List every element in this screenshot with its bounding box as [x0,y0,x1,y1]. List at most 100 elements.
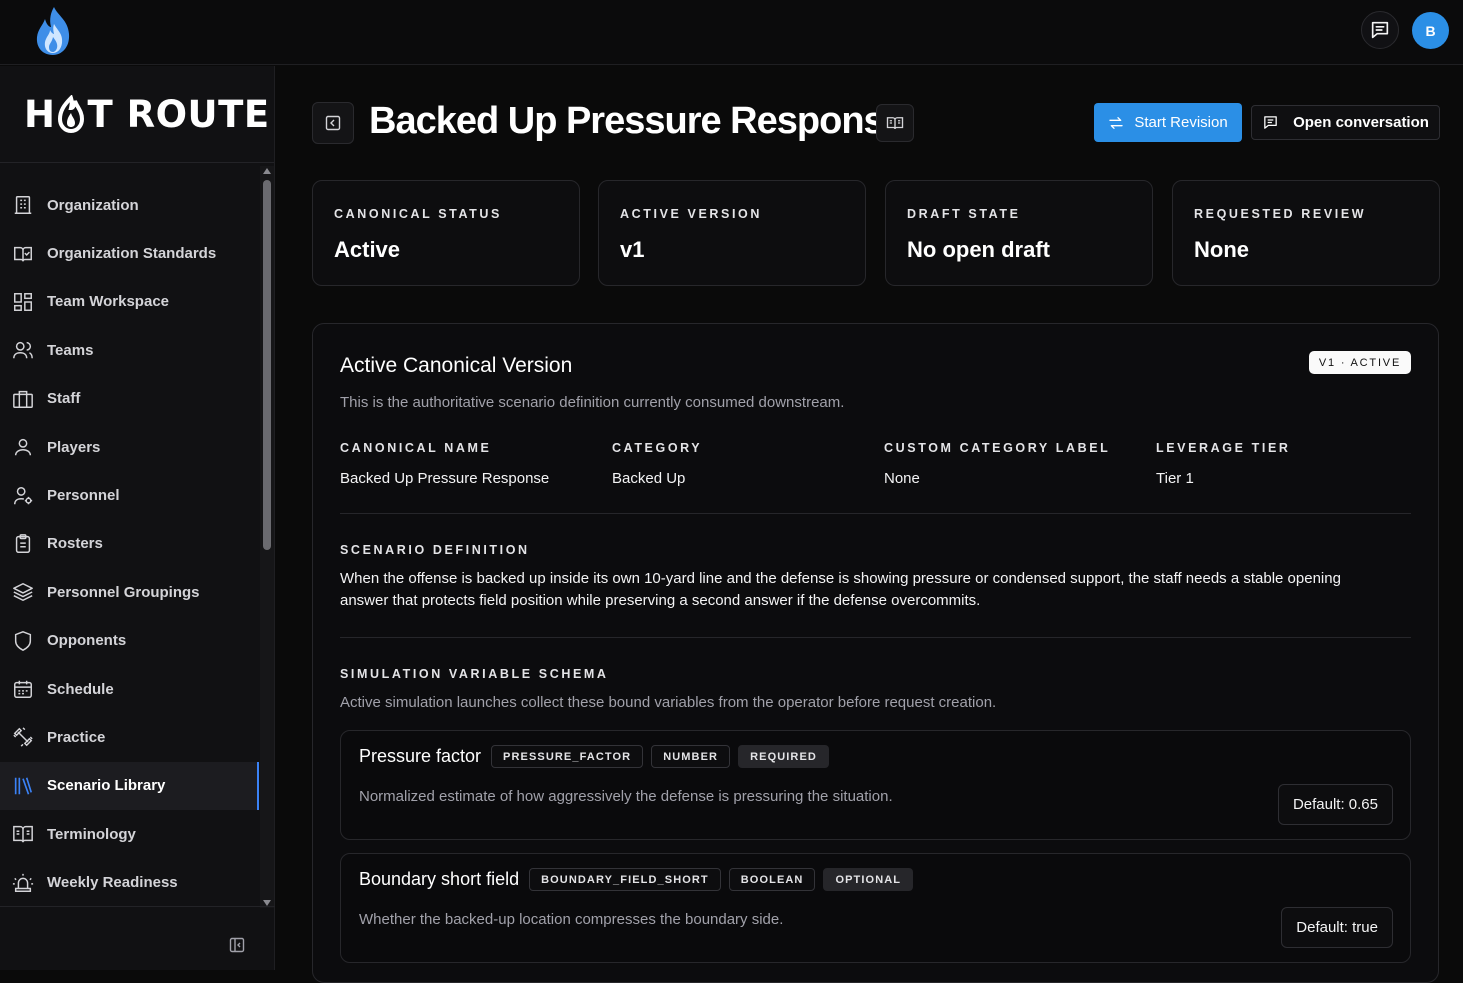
stat-label: CANONICAL STATUS [334,207,502,221]
version-status-badge: V1 · ACTIVE [1309,351,1411,374]
message-square-icon [1371,21,1389,39]
stat-value: No open draft [907,237,1050,262]
variable-required-chip: REQUIRED [738,745,829,768]
sidebar-item-staff[interactable]: Staff [0,375,259,423]
stat-label: DRAFT STATE [907,207,1021,221]
briefcase-icon [13,390,33,408]
active-canonical-version-panel: Active Canonical Version V1 · ACTIVE Thi… [312,323,1439,983]
brand-prefix: H [24,92,56,136]
variable-key-chip: BOUNDARY_FIELD_SHORT [529,868,721,891]
brand-flame-o-icon [58,95,85,133]
sidebar-item-weekly-readiness[interactable]: Weekly Readiness [0,858,259,906]
sidebar-item-players[interactable]: Players [0,423,259,471]
stat-card-draft-state: DRAFT STATE No open draft [885,180,1153,286]
sidebar-item-label: Staff [47,390,81,408]
field-label: CUSTOM CATEGORY LABEL [884,441,1111,455]
user-avatar[interactable]: B [1412,12,1449,49]
panel-left-collapse-icon[interactable] [229,937,245,953]
divider [340,513,1411,514]
sidebar-item-label: Players [47,438,101,456]
variable-name: Boundary short field [359,869,520,889]
layers-icon [13,583,33,602]
sidebar-item-label: Organization [47,196,139,214]
sidebar: H T ROUTE Organization Organization Stan… [0,66,275,970]
siren-icon [12,873,34,892]
field-label: CATEGORY [612,441,703,455]
sidebar-item-label: Terminology [47,825,136,843]
sidebar-item-label: Organization Standards [47,245,217,263]
flame-logo-icon[interactable] [30,4,76,58]
variable-default-value: Default: 0.65 [1277,784,1393,825]
stat-label: ACTIVE VERSION [620,207,762,221]
book-check-icon [14,246,32,262]
arrow-left-square-icon [325,115,341,131]
sidebar-item-teams[interactable]: Teams [0,326,259,374]
user-icon [14,439,32,456]
sidebar-item-personnel-groupings[interactable]: Personnel Groupings [0,568,259,616]
sidebar-item-label: Team Workspace [47,293,169,311]
sidebar-item-personnel[interactable]: Personnel [0,471,259,519]
brand-suffix: T ROUTE [87,92,270,136]
field-value: None [884,470,920,487]
sidebar-item-opponents[interactable]: Opponents [0,617,259,665]
variable-header: Pressure factor PRESSURE_FACTOR NUMBER R… [359,745,829,768]
variable-header: Boundary short field BOUNDARY_FIELD_SHOR… [359,868,914,891]
sidebar-item-rosters[interactable]: Rosters [0,520,259,568]
sidebar-item-organization-standards[interactable]: Organization Standards [0,229,259,277]
simulation-schema-label: SIMULATION VARIABLE SCHEMA [340,667,609,681]
sidebar-footer [0,906,275,970]
sidebar-item-label: Teams [47,341,94,359]
field-value: Backed Up [612,470,686,487]
top-bar: B [0,0,1463,65]
sidebar-item-label: Personnel Groupings [47,583,200,601]
page-title: Backed Up Pressure Response [369,100,905,142]
sidebar-item-scenario-library[interactable]: Scenario Library [0,761,259,811]
panel-title: Active Canonical Version [340,354,573,377]
back-button[interactable] [312,102,354,144]
sidebar-item-practice[interactable]: Practice [0,713,259,761]
sidebar-nav: Organization Organization Standards Team… [0,181,259,907]
brand-header: H T ROUTE [0,66,274,163]
book-open-text-icon [13,826,33,843]
variable-type-chip: BOOLEAN [728,868,816,891]
sidebar-item-label: Practice [47,728,106,746]
scroll-up-arrow-icon[interactable] [263,168,271,174]
sidebar-item-organization[interactable]: Organization [0,181,259,229]
scrollbar-thumb[interactable] [263,180,271,550]
sidebar-item-schedule[interactable]: Schedule [0,665,259,713]
variable-type-chip: NUMBER [651,745,731,768]
variable-optional-chip: OPTIONAL [823,868,914,891]
definition-book-button[interactable] [876,104,914,142]
sidebar-item-terminology[interactable]: Terminology [0,810,259,858]
arrows-swap-icon [1109,116,1123,129]
clipboard-list-icon [15,534,31,553]
scenario-definition-label: SCENARIO DEFINITION [340,543,530,557]
field-label: LEVERAGE TIER [1156,441,1291,455]
stat-card-requested-review: REQUESTED REVIEW None [1172,180,1440,286]
field-custom-category-label: CUSTOM CATEGORY LABEL None [884,441,1110,487]
sidebar-item-label: Opponents [47,632,127,650]
dumbbell-icon [13,727,33,748]
library-icon [14,777,33,795]
book-open-icon [886,117,904,130]
variable-default-value: Default: true [1281,907,1393,948]
sidebar-item-team-workspace[interactable]: Team Workspace [0,278,259,326]
start-revision-button[interactable]: Start Revision [1094,103,1242,142]
sidebar-scrollbar[interactable] [260,166,274,908]
field-leverage-tier: LEVERAGE TIER Tier 1 [1156,441,1291,487]
start-revision-label: Start Revision [1134,114,1228,131]
sidebar-item-label: Scenario Library [47,777,166,795]
variable-key-chip: PRESSURE_FACTOR [491,745,644,768]
variable-name: Pressure factor [359,746,482,766]
sidebar-item-label: Personnel [47,487,120,505]
stat-label: REQUESTED REVIEW [1194,207,1367,221]
messages-button[interactable] [1361,11,1399,49]
user-cog-icon [14,486,33,504]
stat-value: None [1194,237,1249,262]
field-value: Backed Up Pressure Response [340,470,550,487]
variable-description: Whether the backed-up location compresse… [359,911,784,928]
variable-card-pressure-factor: Pressure factor PRESSURE_FACTOR NUMBER R… [340,730,1411,840]
brand-logo[interactable]: H T ROUTE [24,93,270,136]
field-canonical-name: CANONICAL NAME Backed Up Pressure Respon… [340,441,549,487]
open-conversation-button[interactable]: Open conversation [1251,105,1440,140]
